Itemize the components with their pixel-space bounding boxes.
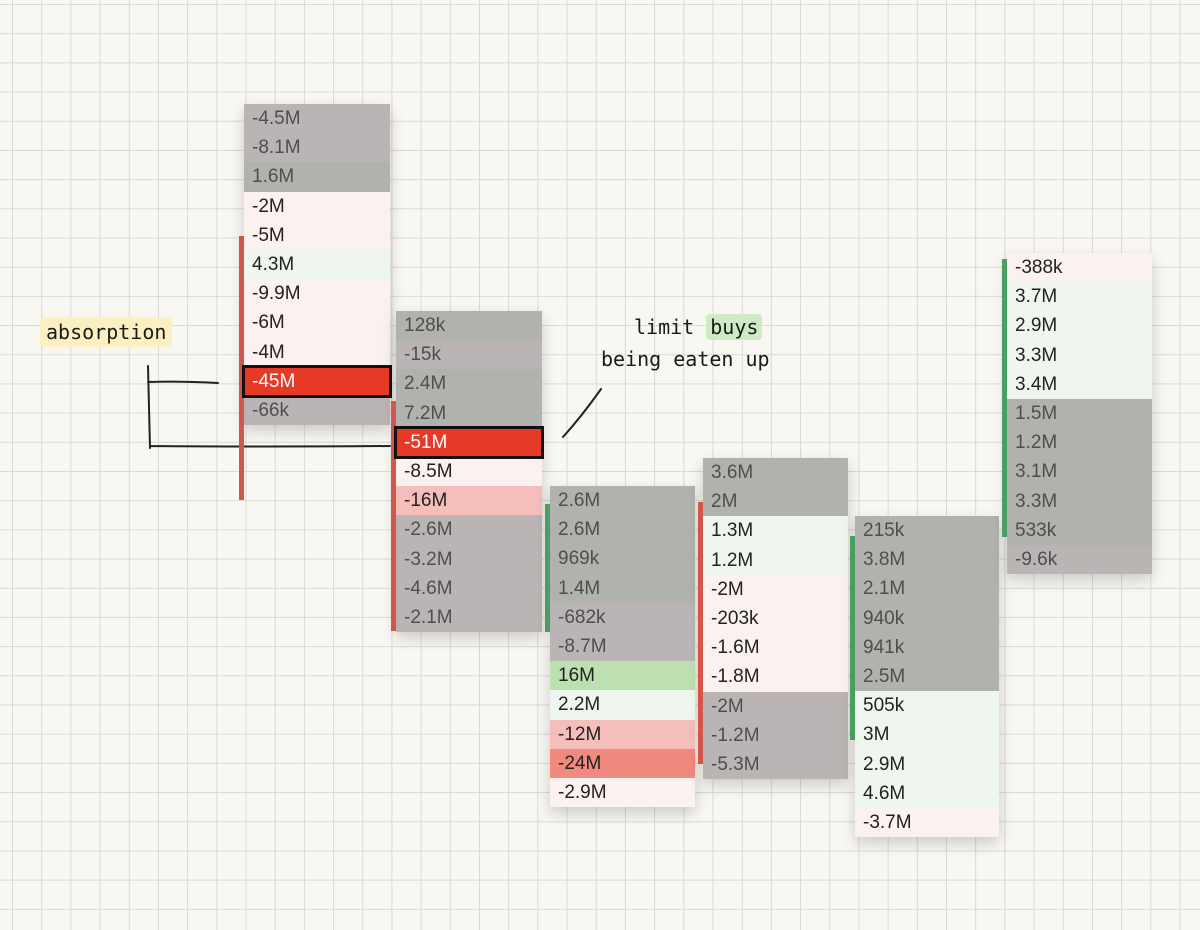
volume-cell: 3.4M [1007,369,1152,399]
volume-cell: 941k [855,632,999,662]
volume-cell: 533k [1007,515,1152,545]
volume-cell: -9.9M [244,279,390,309]
volume-cell: 2.4M [396,369,542,399]
volume-cell: 3.6M [703,458,848,488]
volume-cell: 969k [550,544,695,574]
volume-cell: -1.8M [703,662,848,692]
volume-cell: 1.6M [244,162,390,192]
buy-imbalance-bar [1002,259,1007,537]
buy-imbalance-bar [850,536,855,740]
volume-cell: -3.2M [396,544,542,574]
volume-cell: 505k [855,691,999,721]
volume-cell: 1.2M [1007,428,1152,458]
volume-cell: 2.9M [1007,311,1152,341]
being-eaten-up-label: being eaten up [601,344,770,374]
volume-cell: -8.5M [396,456,542,487]
volume-cell: -2.1M [396,602,542,633]
volume-cell: -2M [244,191,390,221]
volume-cell: -388k [1007,253,1152,283]
footprint-column-3: 2.6M 2.6M 969k 1.4M -682k -8.7M 16M 2.2M -12M -24… [545,486,695,808]
volume-cell: -16M [396,486,542,516]
volume-cell: -5M [244,220,390,250]
volume-cell: -1.6M [703,633,848,663]
volume-cell: 1.2M [703,545,848,575]
footprint-column-1: -4.5M -8.1M 1.6M -2M -5M 4.3M -9.9M -6M -4M -45M -… [239,104,392,500]
volume-cell: -2M [703,574,848,604]
volume-cell: 3.3M [1007,486,1152,516]
volume-cell: -9.6k [1007,544,1152,575]
volume-cell: -203k [703,603,848,634]
volume-cell: -4.5M [244,104,390,134]
limit-word: limit [634,315,707,339]
volume-cell: -6M [244,308,390,338]
volume-cell: 2.6M [550,486,695,516]
absorption-label: absorption [40,317,173,347]
being-eaten-up-text: being eaten up [601,347,770,371]
volume-cell: -4.6M [396,573,542,603]
volume-cell: 4.3M [244,249,390,280]
volume-cell: 3M [855,720,999,750]
buy-imbalance-bar [545,504,550,632]
volume-cell: -15k [396,340,542,370]
limit-buys-pointer-line [562,388,602,438]
volume-cell: 2M [703,487,848,517]
volume-cell: -8.1M [244,133,390,163]
volume-cell: -2.9M [550,777,695,808]
sell-imbalance-bar [698,502,703,764]
volume-cell: -5.3M [703,749,848,780]
volume-cell: 7.2M [396,398,542,428]
volume-cell: -12M [550,719,695,749]
volume-cell: 4.6M [855,778,999,808]
outlined-volume-cell: -51M [394,425,544,459]
volume-cell: -4M [244,337,390,367]
volume-cell: -24M [550,748,695,778]
volume-cell: 16M [550,661,695,691]
volume-cell: -682k [550,602,695,632]
limit-buys-label: limit buys [634,312,763,342]
volume-cell: 940k [855,603,999,633]
volume-cell: 2.1M [855,574,999,604]
footprint-column-4: 3.6M 2M 1.3M 1.2M -2M -203k -1.6M -1.8M -2M -1.2M… [698,458,848,780]
volume-cell: 2.6M [550,515,695,545]
footprint-column-5: 215k 3.8M 2.1M 940k 941k 2.5M 505k 3M 2.9M 4.6M -3… [850,516,999,838]
volume-cell: 2.9M [855,749,999,779]
volume-cell: -66k [244,395,390,426]
volume-cell: 215k [855,516,999,546]
absorption-highlight: absorption [40,317,173,347]
footprint-column-6: -388k 3.7M 2.9M 3.3M 3.4M 1.5M 1.2M 3.1M 3.3M 533… [1002,253,1152,575]
volume-cell: -8.7M [550,631,695,662]
volume-cell: 1.4M [550,573,695,603]
volume-cell: -1.2M [703,720,848,750]
volume-cell: -3.7M [855,807,999,838]
outlined-volume-cell: -45M [242,364,392,398]
volume-cell: 1.3M [703,516,848,546]
volume-cell: 3.1M [1007,457,1152,487]
buys-highlight: buys [706,314,763,340]
volume-cell: 3.7M [1007,282,1152,312]
volume-cell: 128k [396,311,542,341]
footprint-column-2: 128k -15k 2.4M 7.2M -51M -8.5M -16M -2.6M -3.2M -… [391,311,544,633]
volume-cell: 1.5M [1007,398,1152,429]
volume-cell: 3.8M [855,545,999,575]
volume-cell: 2.5M [855,661,999,692]
volume-cell: 2.2M [550,690,695,720]
volume-cell: -2.6M [396,515,542,545]
volume-cell: -2M [703,691,848,721]
volume-cell: 3.3M [1007,340,1152,370]
